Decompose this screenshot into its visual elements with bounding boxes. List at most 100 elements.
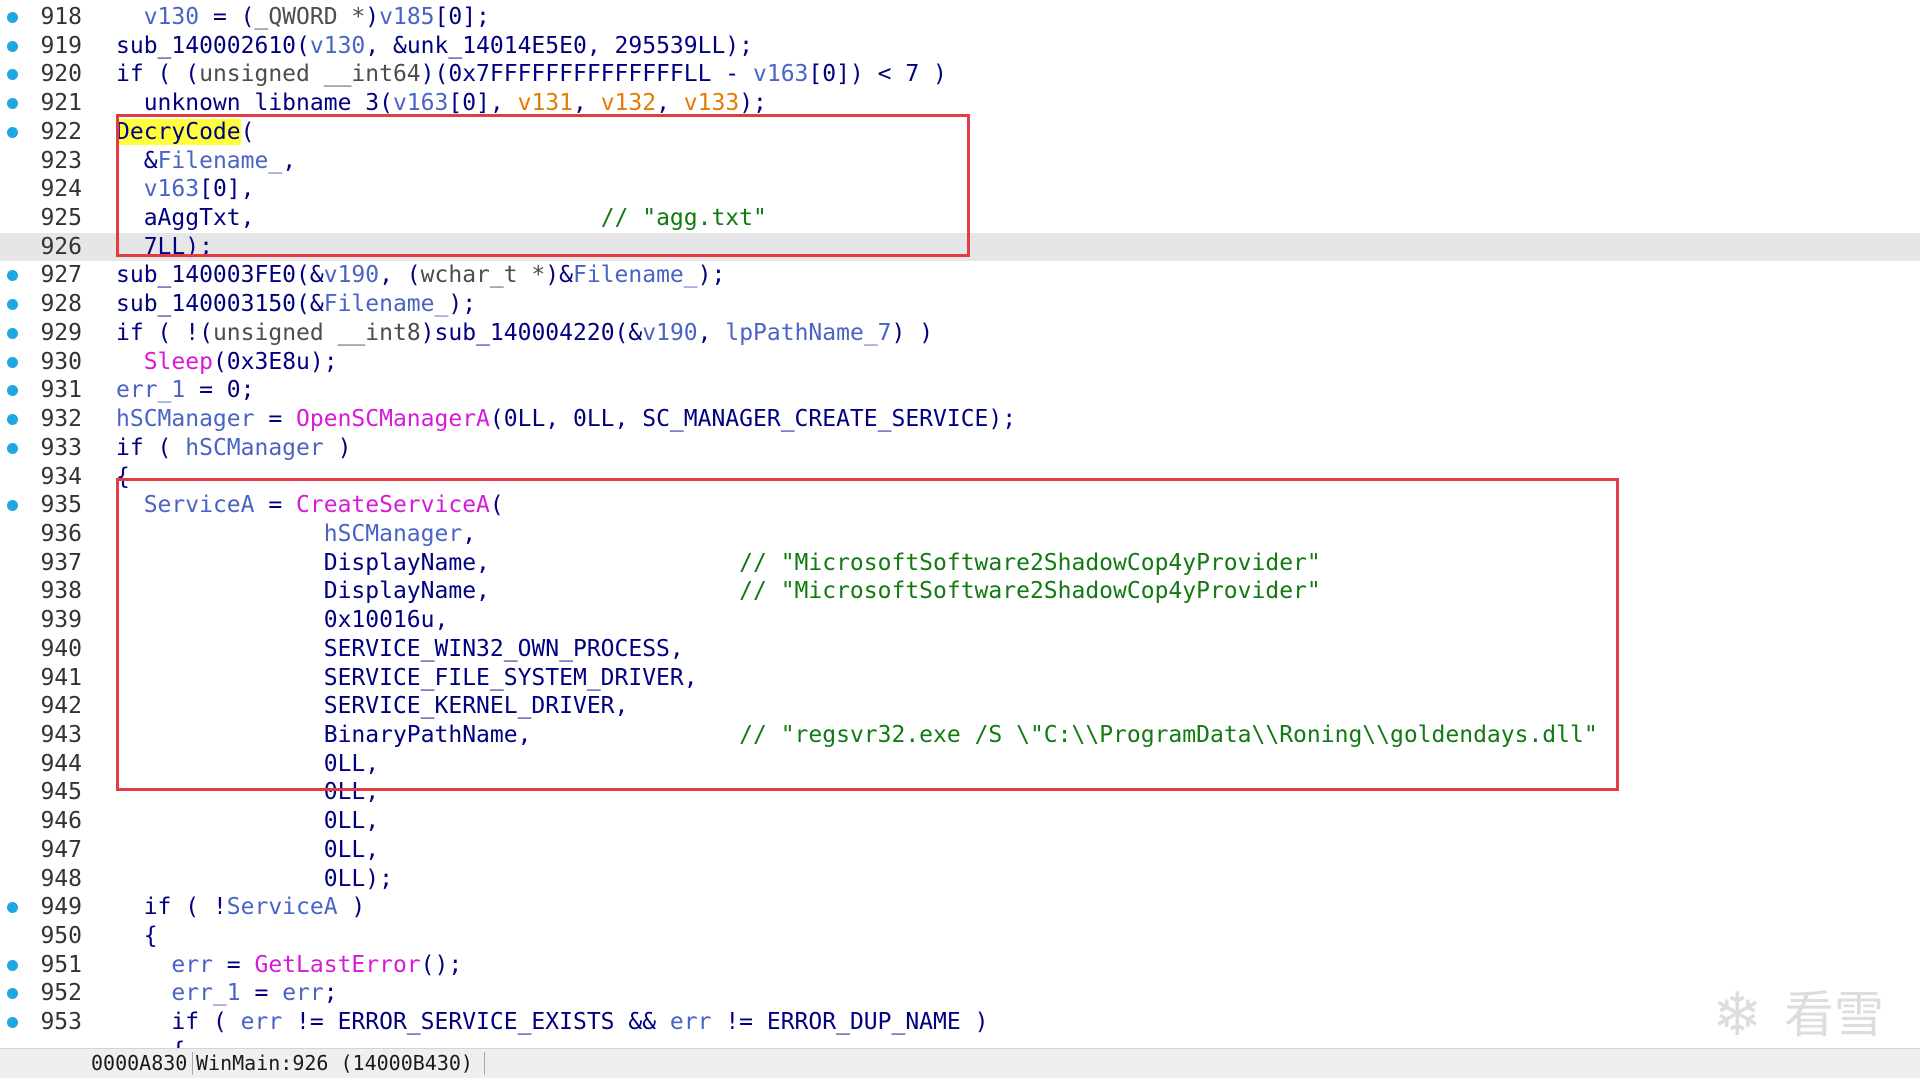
code-line[interactable]: 928 sub_140003150(&Filename_); — [0, 290, 1920, 319]
code-token[interactable]: , — [476, 550, 490, 576]
code-line[interactable]: 942 SERVICE_KERNEL_DRIVER, — [0, 692, 1920, 721]
code-line[interactable]: 924 v163[0], — [0, 175, 1920, 204]
code-text[interactable]: &Filename_, — [116, 147, 296, 176]
code-token[interactable]: ( !( — [144, 320, 213, 346]
code-token[interactable]: [0], — [199, 176, 254, 202]
code-token[interactable]: { — [144, 923, 158, 949]
code-token[interactable]: { — [171, 1038, 185, 1048]
code-token[interactable]: [0]) < 7 ) — [808, 61, 946, 87]
code-text[interactable]: Sleep(0x3E8u); — [116, 348, 338, 377]
code-token[interactable]: GetLastError — [254, 952, 420, 978]
code-token[interactable]: v133 — [684, 90, 739, 116]
code-line[interactable]: 922 DecryCode( — [0, 118, 1920, 147]
breakpoint-dot-icon[interactable] — [7, 442, 18, 454]
code-token[interactable]: , — [462, 521, 476, 547]
code-text[interactable]: SERVICE_FILE_SYSTEM_DRIVER, — [116, 664, 698, 693]
code-text[interactable]: sub_140003150(&Filename_); — [116, 290, 476, 319]
code-text[interactable]: SERVICE_KERNEL_DRIVER, — [116, 692, 629, 721]
code-token[interactable]: ( — [241, 119, 255, 145]
code-token[interactable]: err_1 — [171, 980, 240, 1006]
code-text[interactable]: SERVICE_WIN32_OWN_PROCESS, — [116, 635, 684, 664]
code-token[interactable]: SERVICE_WIN32_OWN_PROCESS, — [324, 636, 684, 662]
code-token[interactable]: lpPathName_7 — [725, 320, 891, 346]
code-token[interactable]: = 0; — [185, 377, 254, 403]
code-token[interactable]: // "agg.txt" — [601, 205, 767, 231]
code-token[interactable]: 7LL); — [144, 234, 213, 260]
code-line[interactable]: 923 &Filename_, — [0, 147, 1920, 176]
code-token[interactable]: ( ! — [171, 894, 227, 920]
code-line[interactable]: { — [0, 1037, 1920, 1048]
breakpoint-dot-icon[interactable] — [7, 902, 18, 914]
code-token[interactable]: aAggTxt — [144, 205, 241, 231]
code-text[interactable]: { — [116, 922, 158, 951]
code-token[interactable]: = ( — [199, 4, 255, 30]
code-token[interactable]: ( — [490, 492, 504, 518]
code-token[interactable]: v163 — [393, 90, 448, 116]
code-text[interactable]: 0LL, — [116, 778, 379, 807]
code-token[interactable]: & — [144, 148, 158, 174]
code-token[interactable]: sub_140003FE0 — [116, 262, 296, 288]
code-text[interactable]: 0LL, — [116, 836, 379, 865]
code-text[interactable]: BinaryPathName, // "regsvr32.exe /S \"C:… — [116, 721, 1598, 750]
code-line[interactable]: 951 err = GetLastError(); — [0, 951, 1920, 980]
code-text[interactable]: err_1 = err; — [116, 979, 338, 1008]
code-text[interactable]: 0LL, — [116, 807, 379, 836]
code-token[interactable]: ServiceA — [227, 894, 338, 920]
breakpoint-dot-icon[interactable] — [7, 270, 18, 282]
code-token[interactable]: Sleep — [144, 349, 213, 375]
code-line[interactable]: 937 DisplayName, // "MicrosoftSoftware2S… — [0, 549, 1920, 578]
breakpoint-dot-icon[interactable] — [7, 1017, 18, 1029]
code-token[interactable]: , — [282, 148, 296, 174]
code-token[interactable]: 0LL, — [324, 808, 379, 834]
code-token[interactable]: != ERROR_DUP_NAME ) — [711, 1009, 988, 1035]
code-token[interactable]: v132 — [601, 90, 656, 116]
code-token[interactable]: unsigned __int8 — [213, 320, 421, 346]
code-token[interactable]: hSCManager — [116, 406, 254, 432]
code-text[interactable]: hSCManager, — [116, 520, 476, 549]
code-token[interactable]: (); — [421, 952, 463, 978]
code-text[interactable]: 0x10016u, — [116, 606, 449, 635]
code-line[interactable]: 930 Sleep(0x3E8u); — [0, 348, 1920, 377]
code-text[interactable]: if ( (unsigned __int64)(0x7FFFFFFFFFFFFF… — [116, 60, 947, 89]
code-token[interactable]: SERVICE_KERNEL_DRIVER, — [324, 693, 629, 719]
code-text[interactable]: err_1 = 0; — [116, 376, 255, 405]
code-line[interactable]: 948 0LL); — [0, 865, 1920, 894]
code-line[interactable]: 933 if ( hSCManager ) — [0, 434, 1920, 463]
code-token[interactable]: hSCManager — [324, 521, 462, 547]
code-token[interactable]: v163 — [753, 61, 808, 87]
code-line[interactable]: 943 BinaryPathName, // "regsvr32.exe /S … — [0, 721, 1920, 750]
code-token[interactable]: ( — [296, 33, 310, 59]
code-text[interactable]: DisplayName, // "MicrosoftSoftware2Shado… — [116, 577, 1321, 606]
code-token[interactable]: ); — [698, 262, 726, 288]
code-line[interactable]: 953 if ( err != ERROR_SERVICE_EXISTS && … — [0, 1008, 1920, 1037]
breakpoint-dot-icon[interactable] — [7, 385, 18, 397]
code-text[interactable]: sub_140002610(v130, &unk_14014E5E0, 2955… — [116, 32, 753, 61]
code-token[interactable]: = — [254, 406, 296, 432]
code-token[interactable]: if — [116, 61, 144, 87]
breakpoint-dot-icon[interactable] — [7, 327, 18, 339]
code-token[interactable]: = — [241, 980, 283, 1006]
code-text[interactable]: ServiceA = CreateServiceA( — [116, 491, 504, 520]
code-token[interactable]: ) — [421, 320, 435, 346]
code-token[interactable]: DisplayName — [324, 550, 476, 576]
breakpoint-dot-icon[interactable] — [7, 959, 18, 971]
code-token[interactable]: ; — [324, 980, 338, 1006]
code-line[interactable]: 934 { — [0, 463, 1920, 492]
code-token[interactable]: unsigned __int64 — [199, 61, 421, 87]
code-token[interactable]: // "MicrosoftSoftware2ShadowCop4yProvide… — [739, 578, 1321, 604]
code-line[interactable]: 918 v130 = (_QWORD *)v185[0]; — [0, 3, 1920, 32]
code-token[interactable]: (0LL, 0LL, SC_MANAGER_CREATE_SERVICE); — [490, 406, 1016, 432]
code-token[interactable]: , & — [365, 33, 407, 59]
code-line[interactable]: 931 err_1 = 0; — [0, 376, 1920, 405]
code-token[interactable]: = — [254, 492, 296, 518]
code-token[interactable]: BinaryPathName — [324, 722, 518, 748]
code-token[interactable]: ) — [338, 894, 365, 920]
code-token[interactable]: ( — [379, 90, 393, 116]
code-token[interactable]: ( ( — [144, 61, 200, 87]
code-token[interactable]: if — [144, 894, 172, 920]
breakpoint-dot-icon[interactable] — [7, 414, 18, 426]
code-line[interactable]: 925 aAggTxt, // "agg.txt" — [0, 204, 1920, 233]
code-text[interactable]: 0LL); — [116, 865, 393, 894]
code-token[interactable]: (& — [296, 262, 324, 288]
code-token[interactable]: , ( — [379, 262, 421, 288]
